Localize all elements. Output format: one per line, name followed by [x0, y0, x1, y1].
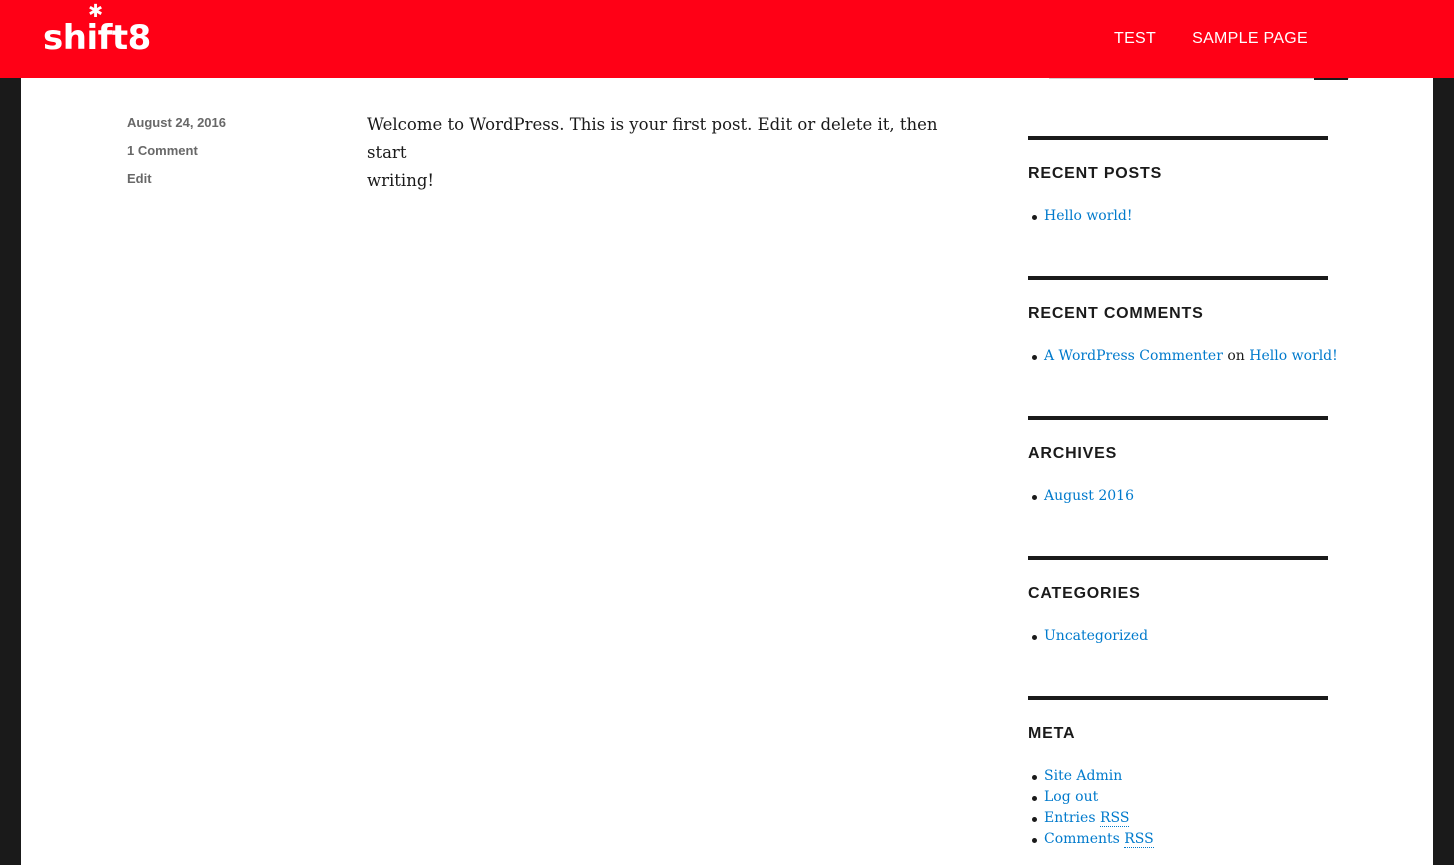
category-link[interactable]: Uncategorized: [1044, 628, 1148, 644]
list-item: Site Admin: [1028, 766, 1328, 787]
entries-rss-label: Entries: [1044, 810, 1096, 826]
widget-meta: META Site Admin Log out Entries RSS Comm…: [1028, 696, 1328, 848]
list-item: A WordPress Commenter on Hello world!: [1028, 346, 1338, 367]
list-item: August 2016: [1028, 486, 1328, 507]
list-item: Log out: [1028, 787, 1328, 808]
comments-rss-label: Comments: [1044, 831, 1120, 847]
post-date-link[interactable]: August 24, 2016: [127, 115, 226, 130]
entry-content: Welcome to WordPress. This is your first…: [367, 111, 967, 195]
asterisk-icon: ✱: [88, 1, 103, 22]
comment-post-link[interactable]: Hello world!: [1249, 348, 1338, 364]
widget-title: RECENT COMMENTS: [1028, 305, 1204, 322]
site-admin-link[interactable]: Site Admin: [1044, 768, 1122, 784]
widget-title: CATEGORIES: [1028, 585, 1141, 602]
entry-text-line-1: Welcome to WordPress. This is your first…: [367, 115, 938, 162]
comments-link[interactable]: 1 Comment: [127, 143, 198, 158]
archive-link[interactable]: August 2016: [1044, 488, 1134, 504]
list-item: Uncategorized: [1028, 626, 1328, 647]
entry-text-line-2: writing!: [367, 171, 435, 190]
logo-text: shift8: [43, 18, 151, 58]
nav-item-sample-page[interactable]: SAMPLE PAGE: [1192, 30, 1308, 48]
list-item: Hello world!: [1028, 206, 1328, 227]
sidebar: RECENT POSTS Hello world! RECENT COMMENT…: [1028, 136, 1338, 848]
main-navigation: TEST SAMPLE PAGE: [1114, 30, 1308, 48]
edit-link[interactable]: Edit: [127, 171, 152, 186]
widget-recent-comments: RECENT COMMENTS A WordPress Commenter on…: [1028, 276, 1338, 416]
widget-archives: ARCHIVES August 2016: [1028, 416, 1328, 556]
widget-recent-posts: RECENT POSTS Hello world!: [1028, 136, 1328, 276]
list-item: Entries RSS: [1028, 808, 1328, 829]
widget-categories: CATEGORIES Uncategorized: [1028, 556, 1328, 696]
search-submit-button[interactable]: [1314, 78, 1348, 80]
log-out-link[interactable]: Log out: [1044, 789, 1098, 805]
comments-rss-link[interactable]: Comments RSS: [1044, 831, 1154, 848]
widget-title: ARCHIVES: [1028, 445, 1118, 462]
page-content: August 24, 2016 1 Comment Edit Welcome t…: [21, 0, 1433, 865]
entries-rss-link[interactable]: Entries RSS: [1044, 810, 1130, 827]
widget-title: META: [1028, 725, 1076, 742]
rss-abbr: RSS: [1124, 831, 1154, 848]
list-item: Comments RSS: [1028, 829, 1328, 850]
comment-author-link[interactable]: A WordPress Commenter: [1044, 348, 1223, 364]
rss-abbr: RSS: [1099, 810, 1130, 827]
site-header: shift8 ✱ TEST SAMPLE PAGE: [0, 0, 1454, 78]
nav-item-test[interactable]: TEST: [1114, 30, 1156, 48]
widget-title: RECENT POSTS: [1028, 165, 1163, 182]
search-widget-rule: [1049, 78, 1349, 79]
entry-meta: August 24, 2016 1 Comment Edit: [127, 115, 226, 199]
site-logo[interactable]: shift8 ✱: [43, 3, 151, 60]
recent-post-link[interactable]: Hello world!: [1044, 208, 1133, 224]
comment-on-text: on: [1227, 348, 1245, 364]
